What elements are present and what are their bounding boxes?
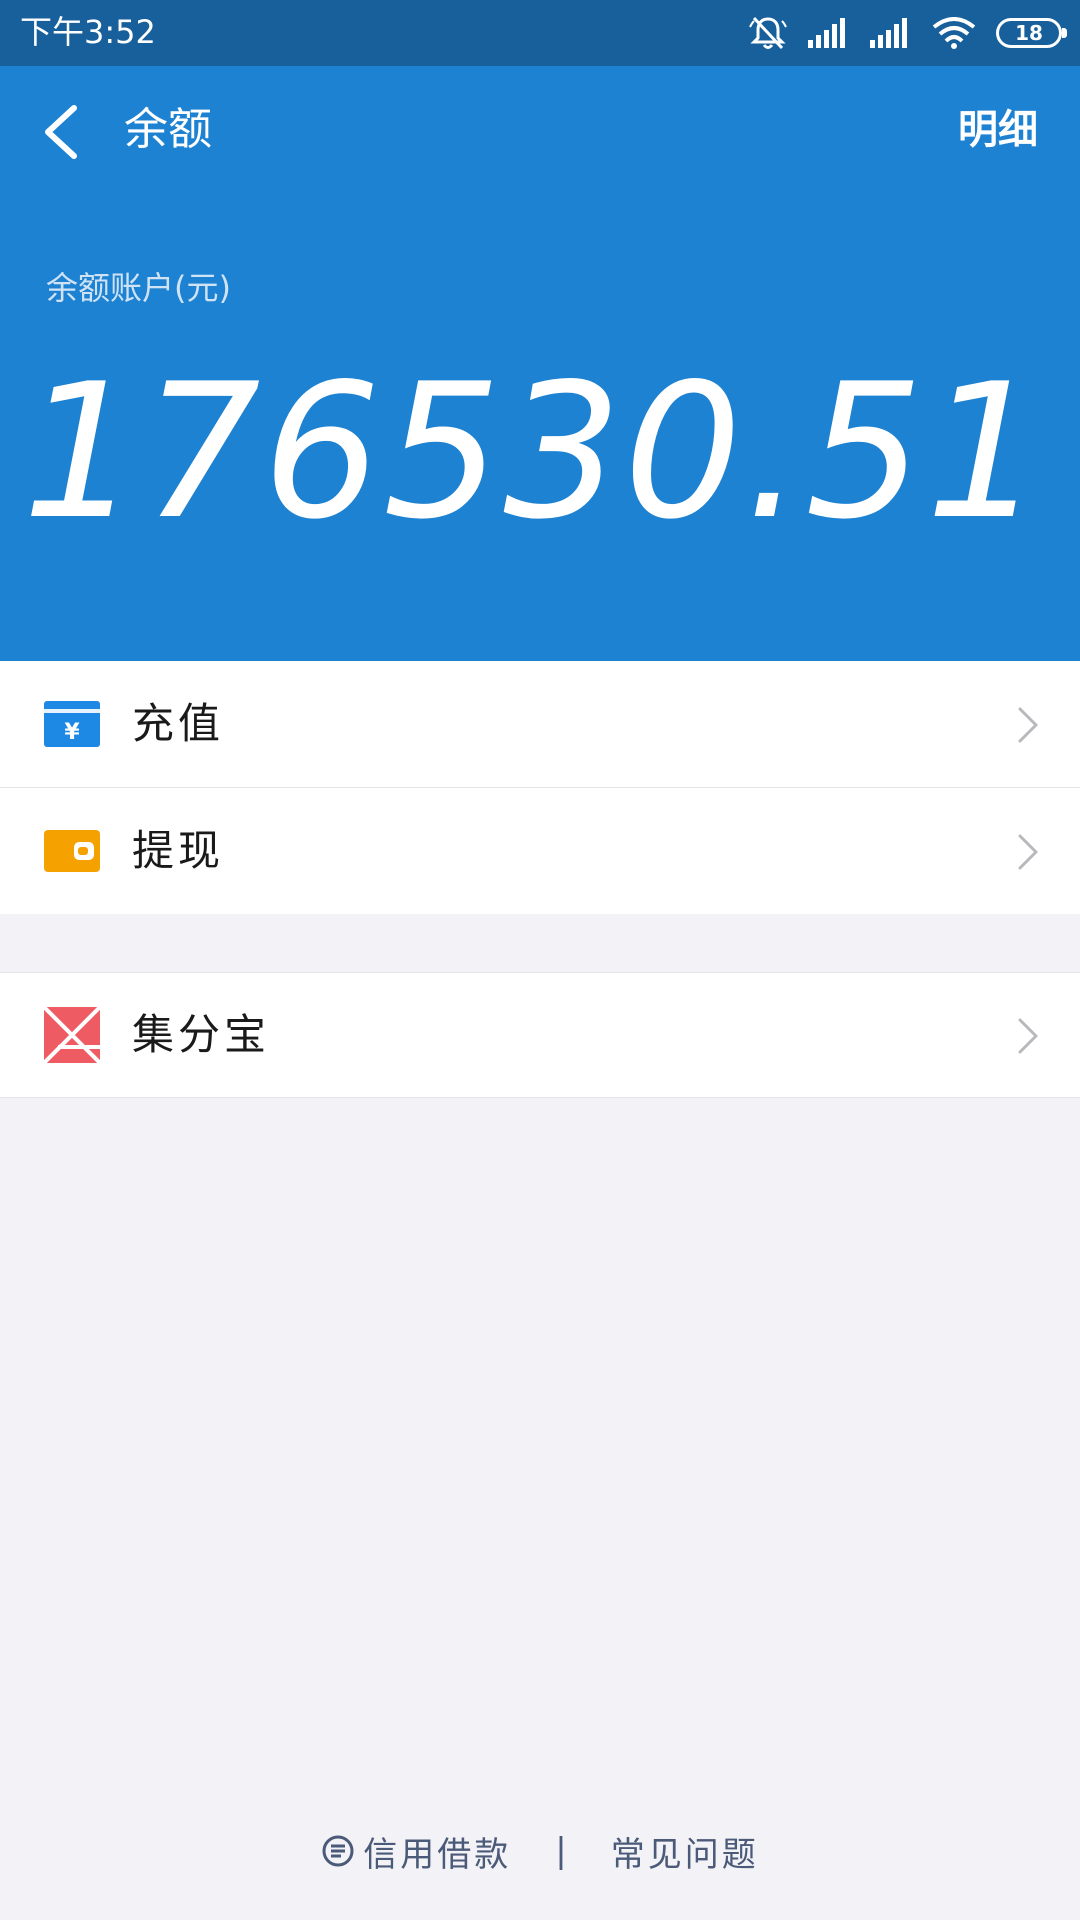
fund-actions-list: ¥ 充值 提现 — [0, 661, 1080, 914]
wifi-icon — [932, 17, 976, 49]
chevron-right-icon — [1018, 707, 1038, 743]
list-item-label: 提现 — [132, 826, 225, 875]
battery-icon: 18 — [996, 18, 1067, 48]
list-item-label: 集分宝 — [132, 1010, 271, 1059]
back-arrow-icon — [45, 105, 77, 159]
signal-icon — [870, 18, 907, 48]
chevron-right-icon — [1018, 834, 1038, 870]
status-icons: 18 — [748, 14, 1067, 52]
footer-separator: | — [555, 1831, 567, 1871]
recharge-card-icon: ¥ — [44, 701, 100, 747]
list-item-label: 充值 — [132, 699, 225, 748]
battery-level: 18 — [1015, 21, 1043, 45]
balance-header: 余额 明细 余额账户(元) 176530.51 — [0, 66, 1080, 661]
credit-loan-icon — [322, 1835, 354, 1867]
faq-link[interactable]: 常见问题 — [611, 1827, 759, 1876]
balance-label: 余额账户(元) — [46, 269, 231, 307]
page-title: 余额 — [124, 104, 212, 155]
jifenbao-icon — [44, 1007, 100, 1063]
credit-loan-link[interactable]: 信用借款 — [321, 1827, 511, 1876]
signal-icon — [808, 18, 845, 48]
credit-loan-label: 信用借款 — [363, 1834, 512, 1875]
chevron-right-icon — [1018, 1018, 1038, 1054]
divider — [0, 972, 1080, 973]
points-list: 集分宝 — [0, 972, 1080, 1097]
detail-link[interactable]: 明细 — [958, 100, 1038, 160]
list-item-withdraw[interactable]: 提现 — [0, 787, 1080, 914]
mute-bell-icon — [749, 16, 787, 50]
wallet-icon — [44, 830, 100, 872]
divider — [0, 1097, 1080, 1098]
balance-amount: 176530.51 — [22, 343, 1046, 560]
list-item-recharge[interactable]: ¥ 充值 — [0, 661, 1080, 787]
list-item-jifenbao[interactable]: 集分宝 — [0, 972, 1080, 1098]
status-bar: 下午3:52 18 — [0, 0, 1080, 66]
svg-text:¥: ¥ — [64, 720, 80, 745]
back-button[interactable] — [40, 102, 84, 162]
status-time: 下午3:52 — [20, 13, 156, 51]
footer: 信用借款 | 常见问题 — [0, 1826, 1080, 1876]
faq-label: 常见问题 — [610, 1834, 759, 1875]
